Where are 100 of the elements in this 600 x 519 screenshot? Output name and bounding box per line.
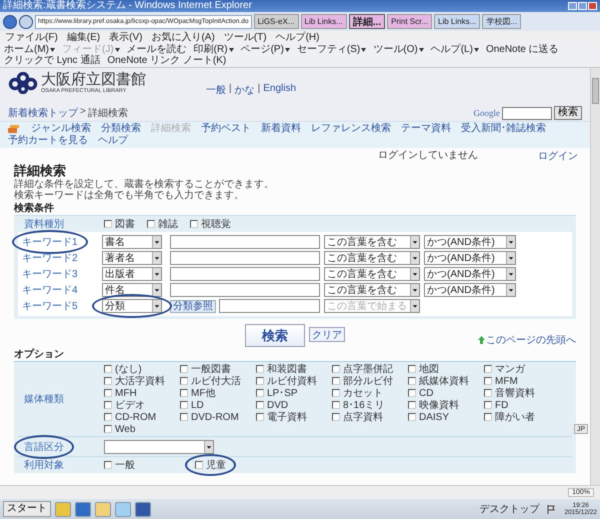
checkbox[interactable]	[256, 389, 264, 397]
checkbox[interactable]	[256, 401, 264, 409]
menu-item[interactable]: 編集(E)	[66, 30, 100, 44]
checkbox[interactable]	[332, 413, 340, 421]
keyword-input[interactable]	[170, 267, 320, 281]
search-button[interactable]: 検索	[245, 324, 305, 347]
checkbox[interactable]	[104, 425, 112, 433]
checkbox[interactable]	[180, 365, 188, 373]
menu-item[interactable]: ファイル(F)	[5, 30, 58, 44]
checkbox[interactable]	[104, 220, 112, 228]
checkbox[interactable]	[180, 389, 188, 397]
keyword-input[interactable]	[219, 299, 320, 313]
browser-tab[interactable]: LiGS-eX...	[254, 14, 299, 29]
browser-tab[interactable]: Print Scr...	[387, 14, 432, 29]
keyword-input[interactable]	[170, 235, 320, 249]
checkbox[interactable]	[104, 389, 112, 397]
back-button[interactable]	[3, 14, 17, 28]
checkbox[interactable]	[332, 377, 340, 385]
checkbox[interactable]	[195, 461, 203, 469]
browser-tab[interactable]: 詳細...	[348, 14, 386, 29]
menu-item[interactable]: お気に入り(A)	[151, 30, 215, 44]
dropdown[interactable]: この言葉を含む	[324, 251, 420, 265]
dropdown[interactable]: 出版者	[102, 267, 162, 281]
forward-button[interactable]	[19, 14, 33, 28]
nav-link[interactable]: 予約ベスト	[201, 123, 251, 135]
cart-link[interactable]: 予約カートを見る	[8, 135, 88, 147]
browser-tab[interactable]: 学校図...	[482, 14, 521, 29]
checkbox[interactable]	[256, 365, 264, 373]
close-button[interactable]	[588, 2, 597, 10]
dropdown[interactable]: かつ(AND条件)	[424, 235, 516, 249]
command-button[interactable]: メールを読む	[126, 44, 187, 55]
command-button[interactable]: ツール(O)	[373, 44, 424, 55]
command-button[interactable]: クリックで Lync 通話	[4, 55, 100, 66]
dropdown[interactable]: 書名	[102, 235, 162, 249]
dropdown[interactable]: この言葉を含む	[324, 283, 420, 297]
checkbox[interactable]	[104, 377, 112, 385]
login-link[interactable]: ログイン	[538, 149, 578, 160]
search-button[interactable]: 検索	[554, 106, 582, 120]
checkbox[interactable]	[104, 413, 112, 421]
language-link[interactable]: 一般	[206, 83, 226, 97]
menu-item[interactable]: ツール(T)	[224, 30, 267, 44]
nav-link[interactable]: 受入新聞･雑誌検索	[461, 123, 546, 135]
checkbox[interactable]	[484, 377, 492, 385]
browser-tab[interactable]: Lib Links...	[300, 14, 347, 29]
checkbox[interactable]	[180, 377, 188, 385]
checkbox[interactable]	[104, 461, 112, 469]
checkbox[interactable]	[408, 377, 416, 385]
checkbox[interactable]	[332, 365, 340, 373]
nav-link[interactable]: ジャンル検索	[31, 123, 91, 135]
minimize-button[interactable]	[568, 2, 577, 10]
dropdown[interactable]: この言葉を含む	[324, 267, 420, 281]
dropdown[interactable]: かつ(AND条件)	[424, 267, 516, 281]
nav-link[interactable]: テーマ資料	[401, 123, 451, 135]
nav-link[interactable]: レファレンス検索	[311, 123, 391, 135]
breadcrumb-link[interactable]: 新着検索トップ	[8, 106, 78, 120]
checkbox[interactable]	[484, 401, 492, 409]
checkbox[interactable]	[256, 377, 264, 385]
help-link[interactable]: ヘルプ	[98, 135, 128, 147]
dropdown[interactable]: かつ(AND条件)	[424, 283, 516, 297]
maximize-button[interactable]	[578, 2, 587, 10]
keyword-input[interactable]	[170, 251, 320, 265]
command-button[interactable]: 印刷(R)	[194, 44, 234, 55]
menu-item[interactable]: 表示(V)	[109, 30, 142, 44]
checkbox[interactable]	[408, 401, 416, 409]
command-button[interactable]: OneNote リンク ノート(K)	[107, 55, 226, 66]
command-button[interactable]: ヘルプ(L)	[430, 44, 479, 55]
clear-button[interactable]: クリア	[309, 327, 345, 342]
taskbar-app-icon[interactable]	[135, 502, 151, 516]
nav-link[interactable]: 分類検索	[101, 123, 141, 135]
checkbox[interactable]	[190, 220, 198, 228]
checkbox[interactable]	[147, 220, 155, 228]
page-top-link[interactable]: このページの先頭へ	[478, 333, 576, 347]
checkbox[interactable]	[484, 389, 492, 397]
desktop-toolbar[interactable]: デスクトップ	[479, 502, 540, 516]
dropdown[interactable]: かつ(AND条件)	[424, 251, 516, 265]
menu-item[interactable]: ヘルプ(H)	[276, 30, 320, 44]
checkbox[interactable]	[180, 413, 188, 421]
start-button[interactable]: スタート	[3, 501, 51, 517]
command-button[interactable]: OneNote に送る	[486, 44, 559, 55]
dropdown[interactable]: この言葉を含む	[324, 235, 420, 249]
checkbox[interactable]	[408, 365, 416, 373]
dropdown[interactable]	[104, 440, 214, 454]
checkbox[interactable]	[408, 413, 416, 421]
scrollbar-thumb[interactable]	[592, 78, 599, 104]
command-button[interactable]: ホーム(M)	[4, 44, 55, 55]
taskbar-app-icon[interactable]	[75, 502, 91, 516]
dropdown[interactable]: 件名	[102, 283, 162, 297]
checkbox[interactable]	[484, 413, 492, 421]
checkbox[interactable]	[256, 413, 264, 421]
checkbox[interactable]	[484, 365, 492, 373]
nav-link[interactable]: 新着資料	[261, 123, 301, 135]
checkbox[interactable]	[180, 401, 188, 409]
checkbox[interactable]	[408, 389, 416, 397]
checkbox[interactable]	[332, 389, 340, 397]
checkbox[interactable]	[104, 401, 112, 409]
language-link[interactable]: English	[263, 83, 296, 97]
browser-tab[interactable]: Lib Links...	[434, 14, 480, 29]
command-button[interactable]: ページ(P)	[240, 44, 290, 55]
search-field[interactable]	[502, 106, 552, 120]
keyword-input[interactable]	[170, 283, 320, 297]
